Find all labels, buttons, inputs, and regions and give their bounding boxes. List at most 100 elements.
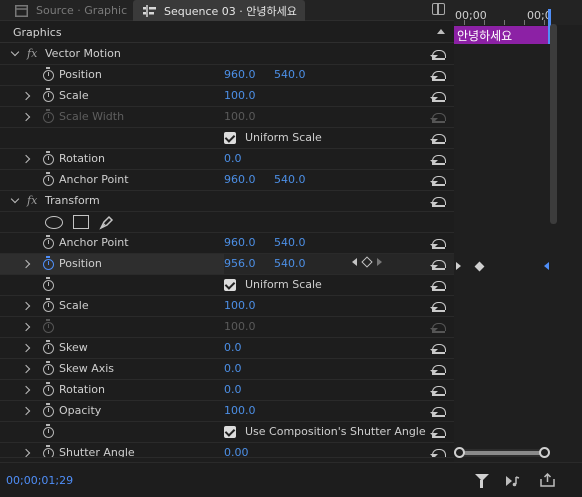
tr-uniform-scale-row: Uniform Scale: [0, 275, 454, 296]
reset-icon[interactable]: [430, 132, 446, 144]
tr-anchor-y[interactable]: 540.0: [274, 236, 306, 249]
twirl-closed-icon[interactable]: [21, 112, 31, 122]
transform-section[interactable]: fx Transform: [0, 191, 454, 212]
keyframe-navigator: [352, 256, 382, 268]
reset-icon[interactable]: [430, 237, 446, 249]
twirl-open-icon[interactable]: [10, 194, 20, 204]
twirl-closed-icon[interactable]: [21, 91, 31, 101]
reset-icon[interactable]: [430, 300, 446, 312]
reset-icon[interactable]: [430, 342, 446, 354]
zoom-handle-right[interactable]: [539, 447, 550, 458]
tr-scale-label: Scale: [59, 299, 89, 312]
play-audio-only-icon[interactable]: [505, 475, 521, 487]
twirl-closed-icon[interactable]: [21, 385, 31, 395]
reset-icon[interactable]: [430, 195, 446, 207]
tr-skew-axis-value[interactable]: 0.0: [224, 362, 242, 375]
tab-sequence[interactable]: Sequence 03 · 안녕하세요: [133, 0, 305, 21]
timeline-clip[interactable]: 안녕하세요: [454, 26, 550, 44]
reset-icon[interactable]: [430, 279, 446, 291]
vm-scale-width-row: Scale Width 100.0: [0, 107, 454, 128]
tr-shutter-angle-value[interactable]: 0.00: [224, 446, 249, 457]
fx-icon[interactable]: fx: [27, 194, 37, 207]
stopwatch-icon[interactable]: [43, 403, 54, 417]
previous-keyframe-icon[interactable]: [352, 258, 357, 266]
stopwatch-icon[interactable]: [43, 298, 54, 312]
uniform-scale-checkbox[interactable]: [224, 132, 236, 144]
stopwatch-icon[interactable]: [43, 67, 54, 81]
timeline-zoom-scrollbar[interactable]: [454, 447, 550, 458]
twirl-closed-icon[interactable]: [21, 301, 31, 311]
twirl-closed-icon[interactable]: [21, 154, 31, 164]
use-comp-shutter-checkbox[interactable]: [224, 426, 236, 438]
tr-opacity-label: Opacity: [59, 404, 102, 417]
reset-icon[interactable]: [430, 363, 446, 375]
keyframe-icon[interactable]: [474, 261, 485, 272]
twirl-closed-icon[interactable]: [21, 322, 31, 332]
uniform-scale-checkbox[interactable]: [224, 279, 236, 291]
reset-icon[interactable]: [430, 90, 446, 102]
stopwatch-active-icon[interactable]: [43, 256, 54, 270]
reset-icon[interactable]: [430, 174, 446, 186]
tr-rotation-value[interactable]: 0.0: [224, 383, 242, 396]
stopwatch-icon[interactable]: [43, 361, 54, 375]
tr-position-label: Position: [59, 257, 102, 270]
time-ruler[interactable]: 00;00 00;0: [454, 0, 582, 25]
ellipse-mask-icon[interactable]: [45, 215, 63, 229]
vm-anchor-x[interactable]: 960.0: [224, 173, 256, 186]
stopwatch-icon[interactable]: [43, 382, 54, 396]
tr-anchor-x[interactable]: 960.0: [224, 236, 256, 249]
vm-rotation-value[interactable]: 0.0: [224, 152, 242, 165]
vm-uniform-scale-row: Uniform Scale: [0, 128, 454, 149]
stopwatch-icon[interactable]: [43, 151, 54, 165]
tr-rotation-row: Rotation 0.0: [0, 380, 454, 401]
reset-icon[interactable]: [430, 447, 446, 457]
stopwatch-icon[interactable]: [43, 235, 54, 249]
stopwatch-icon[interactable]: [43, 277, 54, 291]
vm-position-y[interactable]: 540.0: [274, 68, 306, 81]
vm-position-x[interactable]: 960.0: [224, 68, 256, 81]
vm-anchor-point-label: Anchor Point: [59, 173, 129, 186]
keyframe-out-icon[interactable]: [456, 262, 461, 270]
rectangle-mask-icon[interactable]: [73, 215, 89, 229]
tr-scale-value[interactable]: 100.0: [224, 299, 256, 312]
vector-motion-section[interactable]: fx Vector Motion: [0, 44, 454, 65]
twirl-closed-icon[interactable]: [21, 448, 31, 457]
vm-anchor-y[interactable]: 540.0: [274, 173, 306, 186]
reset-icon[interactable]: [430, 258, 446, 270]
reset-icon[interactable]: [430, 384, 446, 396]
twirl-closed-icon[interactable]: [21, 343, 31, 353]
stopwatch-icon[interactable]: [43, 445, 54, 457]
twirl-closed-icon[interactable]: [21, 406, 31, 416]
twirl-closed-icon[interactable]: [21, 364, 31, 374]
keyframe-playhead-icon[interactable]: [544, 262, 549, 270]
stopwatch-icon[interactable]: [43, 88, 54, 102]
reset-icon[interactable]: [430, 426, 446, 438]
tr-skew-value[interactable]: 0.0: [224, 341, 242, 354]
tr-position-x[interactable]: 956.0: [224, 257, 256, 270]
reset-icon[interactable]: [430, 405, 446, 417]
stopwatch-icon[interactable]: [43, 340, 54, 354]
stopwatch-icon[interactable]: [43, 172, 54, 186]
stopwatch-icon[interactable]: [43, 424, 54, 438]
zoom-handle-left[interactable]: [454, 447, 465, 458]
tab-source-graphic[interactable]: Source · Graphic: [0, 0, 130, 21]
current-timecode[interactable]: 00;00;01;29: [6, 474, 73, 487]
mini-timeline[interactable]: 00;00 00;0 안녕하세요: [454, 0, 582, 462]
collapse-up-icon[interactable]: [437, 29, 445, 34]
reset-icon[interactable]: [430, 48, 446, 60]
twirl-open-icon[interactable]: [10, 47, 20, 57]
reset-icon[interactable]: [430, 69, 446, 81]
pen-mask-icon[interactable]: [99, 214, 115, 230]
fx-icon[interactable]: fx: [27, 47, 37, 60]
panel-layout-icon[interactable]: [432, 3, 445, 15]
vertical-scrollbar[interactable]: [550, 24, 557, 224]
export-icon[interactable]: [540, 472, 555, 487]
reset-icon[interactable]: [430, 153, 446, 165]
next-keyframe-icon[interactable]: [377, 258, 382, 266]
effect-controls-header: Graphics: [0, 22, 454, 43]
vm-scale-value[interactable]: 100.0: [224, 89, 256, 102]
tr-opacity-value[interactable]: 100.0: [224, 404, 256, 417]
add-keyframe-icon[interactable]: [361, 256, 373, 268]
filter-icon[interactable]: [475, 474, 489, 488]
tr-position-y[interactable]: 540.0: [274, 257, 306, 270]
